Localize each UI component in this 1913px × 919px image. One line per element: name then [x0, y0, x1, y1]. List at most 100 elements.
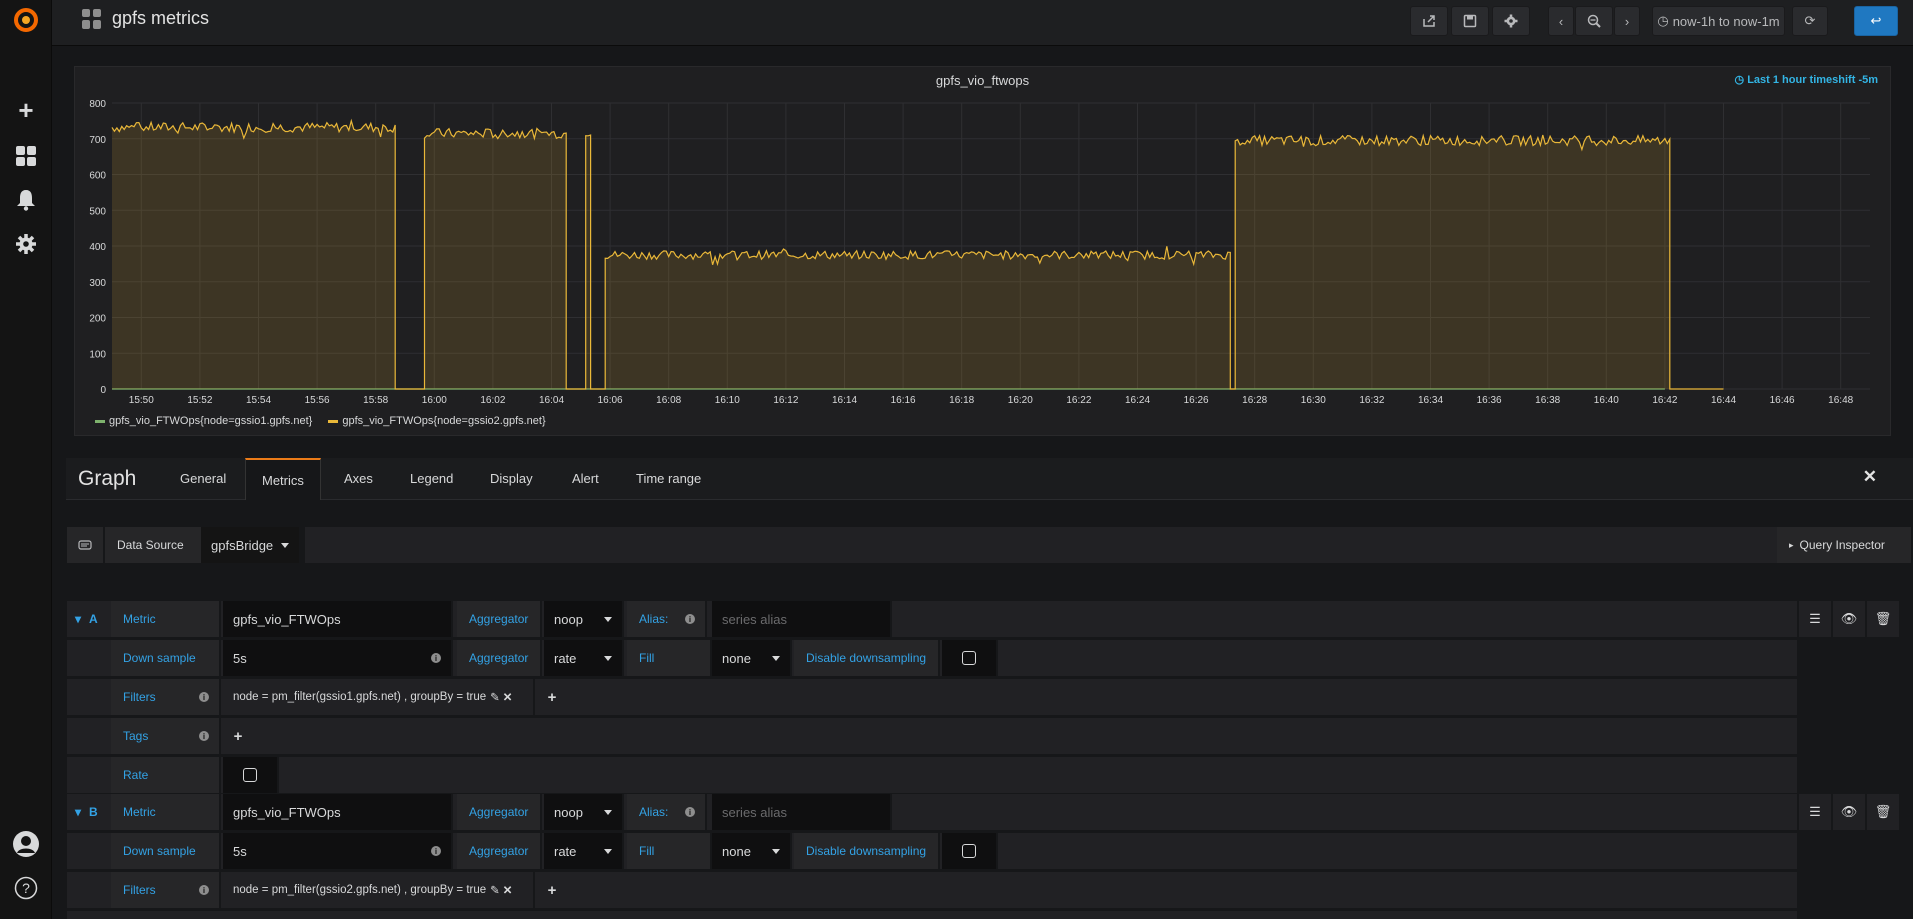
filter-tag[interactable]: node = pm_filter(gssio1.gpfs.net) , grou…	[223, 679, 535, 715]
eye-toggle-icon[interactable]: 👁	[1833, 601, 1865, 637]
disable-downsampling-label: Disable downsampling	[794, 833, 940, 869]
dashboard-title[interactable]: gpfs metrics	[82, 8, 209, 29]
chevron-right-icon[interactable]: ›	[1614, 6, 1640, 36]
zoom-out-icon[interactable]	[1575, 6, 1613, 36]
filters-label: Filters i	[111, 679, 221, 715]
downsample-value: 5s	[233, 650, 247, 666]
aggregator-value: noop	[554, 611, 583, 627]
hamburger-menu-icon[interactable]: ☰	[1799, 794, 1831, 830]
metric-input[interactable]: gpfs_vio_FTWOps	[223, 794, 453, 830]
filter-tag[interactable]: node = pm_filter(gssio2.gpfs.net) , grou…	[223, 872, 535, 908]
downsample-input[interactable]: 5s i	[223, 640, 453, 676]
alerting-bell-icon[interactable]	[10, 184, 42, 216]
checkbox-box	[962, 651, 976, 665]
tab-time-range[interactable]: Time range	[620, 458, 717, 500]
downsample-input[interactable]: 5s i	[223, 833, 453, 869]
ds-aggregator-label: Aggregator	[457, 833, 542, 869]
query-b-downsample-row: Down sample 5s i Aggregator rate Fill non…	[67, 833, 1797, 869]
ds-aggregator-value: rate	[554, 650, 577, 666]
add-tag-icon[interactable]: +	[223, 718, 253, 754]
chevron-down-icon	[772, 655, 780, 661]
sidebar: + ?	[0, 0, 52, 919]
legend-label: gpfs_vio_FTWOps{node=gssio1.gpfs.net}	[109, 415, 313, 427]
grafana-logo-icon[interactable]	[10, 4, 42, 36]
ds-aggregator-select[interactable]: rate	[544, 640, 624, 676]
query-inspector-button[interactable]: ▸ Query Inspector	[1777, 527, 1913, 563]
fill-select[interactable]: none	[712, 640, 792, 676]
datasource-select[interactable]: gpfsBridge	[201, 527, 301, 563]
graph-chart[interactable]: 0 100 200 300 400 500 600 700 800 15:50 15:52 15:54…	[75, 67, 1892, 407]
checkbox-box	[243, 768, 257, 782]
info-icon: i	[431, 846, 441, 856]
save-icon[interactable]	[1451, 6, 1489, 36]
add-filter-icon[interactable]: +	[537, 679, 567, 715]
configuration-gear-icon[interactable]	[10, 228, 42, 260]
dashboard-grid-icon	[82, 8, 102, 29]
y-tick-label: 0	[100, 385, 106, 396]
settings-gear-icon[interactable]	[1492, 6, 1530, 36]
tab-axes[interactable]: Axes	[328, 458, 389, 500]
back-to-dashboard-button[interactable]: ↩	[1854, 6, 1898, 36]
tab-display[interactable]: Display	[474, 458, 549, 500]
hamburger-menu-icon[interactable]: ☰	[1799, 601, 1831, 637]
query-b-next-row	[67, 911, 1797, 919]
x-tick-label: 16:34	[1418, 395, 1443, 406]
alias-input[interactable]: series alias	[712, 794, 892, 830]
share-icon[interactable]	[1410, 6, 1448, 36]
tab-general[interactable]: General	[164, 458, 242, 500]
x-tick-label: 15:50	[129, 395, 154, 406]
rate-checkbox[interactable]	[223, 757, 279, 793]
dashboards-icon[interactable]	[10, 140, 42, 172]
disable-downsampling-checkbox[interactable]	[942, 640, 998, 676]
rate-label: Rate	[111, 757, 221, 793]
x-tick-label: 16:12	[773, 395, 798, 406]
ds-aggregator-select[interactable]: rate	[544, 833, 624, 869]
remove-filter-icon[interactable]: ✕	[503, 883, 513, 897]
alias-input[interactable]: series alias	[712, 601, 892, 637]
metric-input[interactable]: gpfs_vio_FTWOps	[223, 601, 453, 637]
tab-legend[interactable]: Legend	[394, 458, 469, 500]
x-tick-label: 16:14	[832, 395, 857, 406]
datasource-value: gpfsBridge	[211, 537, 274, 553]
eye-toggle-icon[interactable]: 👁	[1833, 794, 1865, 830]
x-tick-label: 16:22	[1066, 395, 1091, 406]
fill-select[interactable]: none	[712, 833, 792, 869]
query-a-collapse[interactable]: ▾ A	[75, 601, 98, 637]
y-tick-label: 300	[89, 278, 106, 289]
tab-metrics[interactable]: Metrics	[245, 458, 321, 500]
trash-icon[interactable]: 🗑	[1867, 794, 1899, 830]
close-editor-icon[interactable]: ✕	[1863, 467, 1877, 487]
disable-downsampling-label: Disable downsampling	[794, 640, 940, 676]
x-tick-label: 15:52	[187, 395, 212, 406]
pencil-edit-icon[interactable]: ✎	[490, 690, 500, 704]
query-a-tags-row: Tags i +	[67, 718, 1797, 754]
query-b-collapse[interactable]: ▾ B	[75, 794, 98, 830]
aggregator-select[interactable]: noop	[544, 601, 624, 637]
x-tick-label: 16:06	[598, 395, 623, 406]
create-plus-icon[interactable]: +	[10, 94, 42, 126]
tab-alert[interactable]: Alert	[556, 458, 615, 500]
user-avatar-icon[interactable]	[10, 828, 42, 860]
add-filter-icon[interactable]: +	[537, 872, 567, 908]
legend-item[interactable]: gpfs_vio_FTWOps{node=gssio2.gpfs.net}	[328, 415, 546, 427]
x-tick-label: 16:44	[1711, 395, 1736, 406]
x-tick-label: 16:32	[1359, 395, 1384, 406]
alias-label: Alias: i	[627, 794, 707, 830]
help-icon[interactable]: ?	[10, 872, 42, 904]
remove-filter-icon[interactable]: ✕	[503, 690, 513, 704]
y-tick-label: 200	[89, 314, 106, 325]
alias-label: Alias: i	[627, 601, 707, 637]
trash-icon[interactable]: 🗑	[1867, 601, 1899, 637]
y-tick-label: 600	[89, 171, 106, 182]
refresh-icon[interactable]: ⟳	[1792, 6, 1828, 36]
time-range-picker[interactable]: ◷ now-1h to now-1m	[1652, 6, 1785, 36]
query-a-rate-row: Rate	[67, 757, 1797, 793]
top-navbar: gpfs metrics ‹ › ◷ now-1h to now-1m ⟳ ↩	[52, 0, 1913, 46]
disable-downsampling-checkbox[interactable]	[942, 833, 998, 869]
x-tick-label: 16:04	[539, 395, 564, 406]
pencil-edit-icon[interactable]: ✎	[490, 883, 500, 897]
aggregator-select[interactable]: noop	[544, 794, 624, 830]
legend-item[interactable]: gpfs_vio_FTWOps{node=gssio1.gpfs.net}	[95, 415, 312, 427]
chevron-left-icon[interactable]: ‹	[1548, 6, 1574, 36]
filters-label-text: Filters	[123, 883, 156, 897]
